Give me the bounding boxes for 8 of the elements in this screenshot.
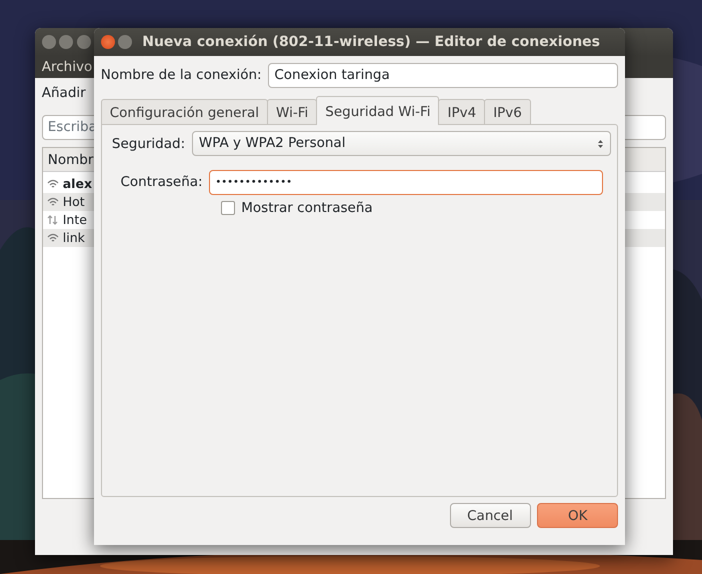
list-item-name: Hot — [62, 192, 85, 211]
list-item-name: Inte — [62, 210, 87, 229]
field-label: Seguridad: — [112, 134, 186, 154]
list-item-name: link — [62, 228, 85, 247]
window-title: Nueva conexión (802-11-wireless) — Editor de conexiones — [142, 32, 600, 52]
field-label: Contraseña: — [120, 173, 203, 192]
list-item-name: alex — [62, 174, 92, 193]
field-label: Nombre de la conexión: — [100, 66, 262, 86]
